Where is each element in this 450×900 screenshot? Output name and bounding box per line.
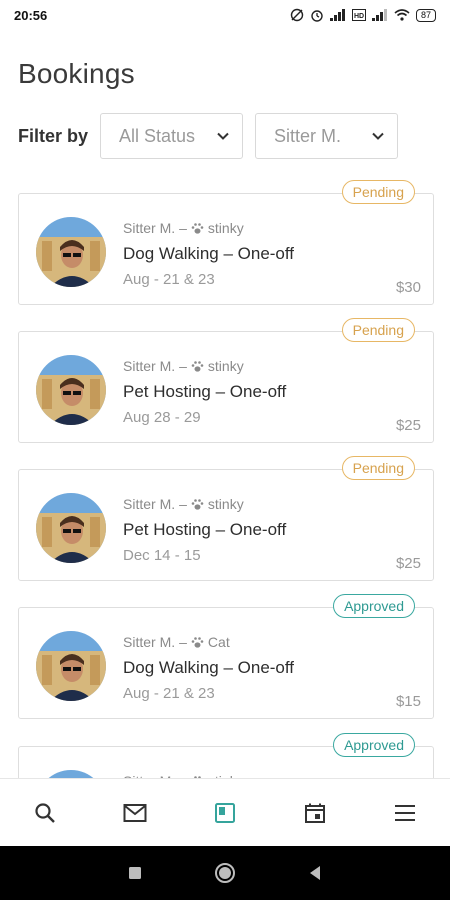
sitter-avatar (36, 217, 106, 287)
battery-indicator: 87 (415, 8, 436, 22)
booking-dates: Aug - 21 & 23 (123, 685, 215, 702)
booking-meta: Sitter M. – stinky (123, 220, 244, 236)
sitter-avatar (36, 493, 106, 563)
status-badge: Pending (341, 318, 415, 342)
menu-icon (395, 804, 415, 821)
alarm-icon (310, 8, 324, 22)
service-name: Pet Hosting – One-off (123, 382, 287, 401)
meta-separator: – (179, 634, 187, 650)
nav-messages[interactable] (113, 791, 157, 835)
recents-button[interactable] (120, 858, 150, 888)
sitter-avatar (36, 631, 106, 701)
signal-icon-2 (371, 9, 388, 21)
paw-icon (191, 360, 204, 372)
bookings-icon (215, 802, 235, 823)
status-filter-select[interactable]: All Status (100, 113, 243, 159)
sitter-name: Sitter M. (123, 496, 176, 512)
page-title: Bookings (18, 58, 135, 89)
paw-icon (191, 222, 204, 234)
booking-meta: Sitter M. – Cat (123, 634, 230, 650)
app-screen: 20:56 HD 87 Bookings Filter by All Statu… (0, 0, 450, 900)
status-filter-value: All Status (119, 125, 196, 146)
home-icon (215, 863, 235, 883)
booking-price: $25 (395, 555, 421, 572)
pet-name: stinky (207, 358, 244, 374)
meta-separator: – (179, 358, 187, 374)
paw-icon (191, 498, 204, 510)
recents-icon (129, 867, 141, 879)
booking-meta: Sitter M. – stinky (123, 496, 244, 512)
pet-name: stinky (207, 496, 244, 512)
booking-meta: Sitter M. – stinky (123, 358, 244, 374)
booking-card[interactable]: Pending Sitter M. – stinky Pet Hosting –… (18, 318, 434, 443)
status-time: 20:56 (14, 7, 48, 23)
nav-calendar[interactable] (293, 791, 337, 835)
pet-name: Cat (207, 634, 230, 650)
service-name: Pet Hosting – One-off (123, 520, 287, 539)
mail-icon (123, 803, 147, 822)
back-icon (310, 866, 320, 880)
nav-menu[interactable] (383, 791, 427, 835)
status-badge: Approved (333, 594, 415, 618)
paw-icon (191, 636, 204, 648)
sitter-avatar (36, 355, 106, 425)
sitter-name: Sitter M. (123, 358, 176, 374)
back-button[interactable] (300, 858, 330, 888)
status-badge: Pending (341, 180, 415, 204)
calendar-icon (305, 803, 325, 823)
data-icon: HD (351, 9, 366, 21)
nav-search[interactable] (23, 791, 67, 835)
booking-card[interactable]: Pending Sitter M. – stinky Dog Walking –… (18, 180, 434, 305)
search-icon (35, 802, 55, 823)
status-badge: Approved (333, 733, 415, 757)
booking-price: $25 (395, 417, 421, 434)
booking-price: $15 (395, 693, 421, 710)
meta-separator: – (179, 220, 187, 236)
sitter-filter-select[interactable]: Sitter M. (255, 113, 398, 159)
signal-icon (329, 9, 346, 21)
svg-text:HD: HD (354, 13, 364, 20)
bottom-nav (0, 778, 450, 846)
service-name: Dog Walking – One-off (123, 244, 295, 263)
booking-dates: Dec 14 - 15 (123, 547, 201, 564)
system-nav-bar (0, 846, 450, 900)
service-name: Dog Walking – One-off (123, 658, 295, 677)
status-badge: Pending (341, 456, 415, 480)
filter-label: Filter by (18, 125, 89, 146)
nav-bookings[interactable] (203, 791, 247, 835)
chevron-down-icon (372, 132, 384, 140)
do-not-disturb-icon (290, 8, 304, 22)
status-icons: HD 87 (290, 8, 436, 22)
filter-row: Filter by All Status Sitter M. (18, 113, 432, 159)
sitter-name: Sitter M. (123, 634, 176, 650)
booking-card[interactable]: Approved Sitter M. – Cat Dog Walking – O… (18, 594, 434, 719)
chevron-down-icon (217, 132, 229, 140)
meta-separator: – (179, 496, 187, 512)
booking-dates: Aug - 21 & 23 (123, 271, 215, 288)
sitter-name: Sitter M. (123, 220, 176, 236)
booking-price: $30 (395, 279, 421, 296)
status-bar: 20:56 HD 87 (0, 0, 450, 30)
booking-dates: Aug 28 - 29 (123, 409, 201, 426)
home-button[interactable] (210, 858, 240, 888)
sitter-filter-value: Sitter M. (274, 125, 342, 146)
wifi-icon (394, 9, 410, 21)
booking-card[interactable]: Pending Sitter M. – stinky Pet Hosting –… (18, 456, 434, 581)
pet-name: stinky (207, 220, 244, 236)
